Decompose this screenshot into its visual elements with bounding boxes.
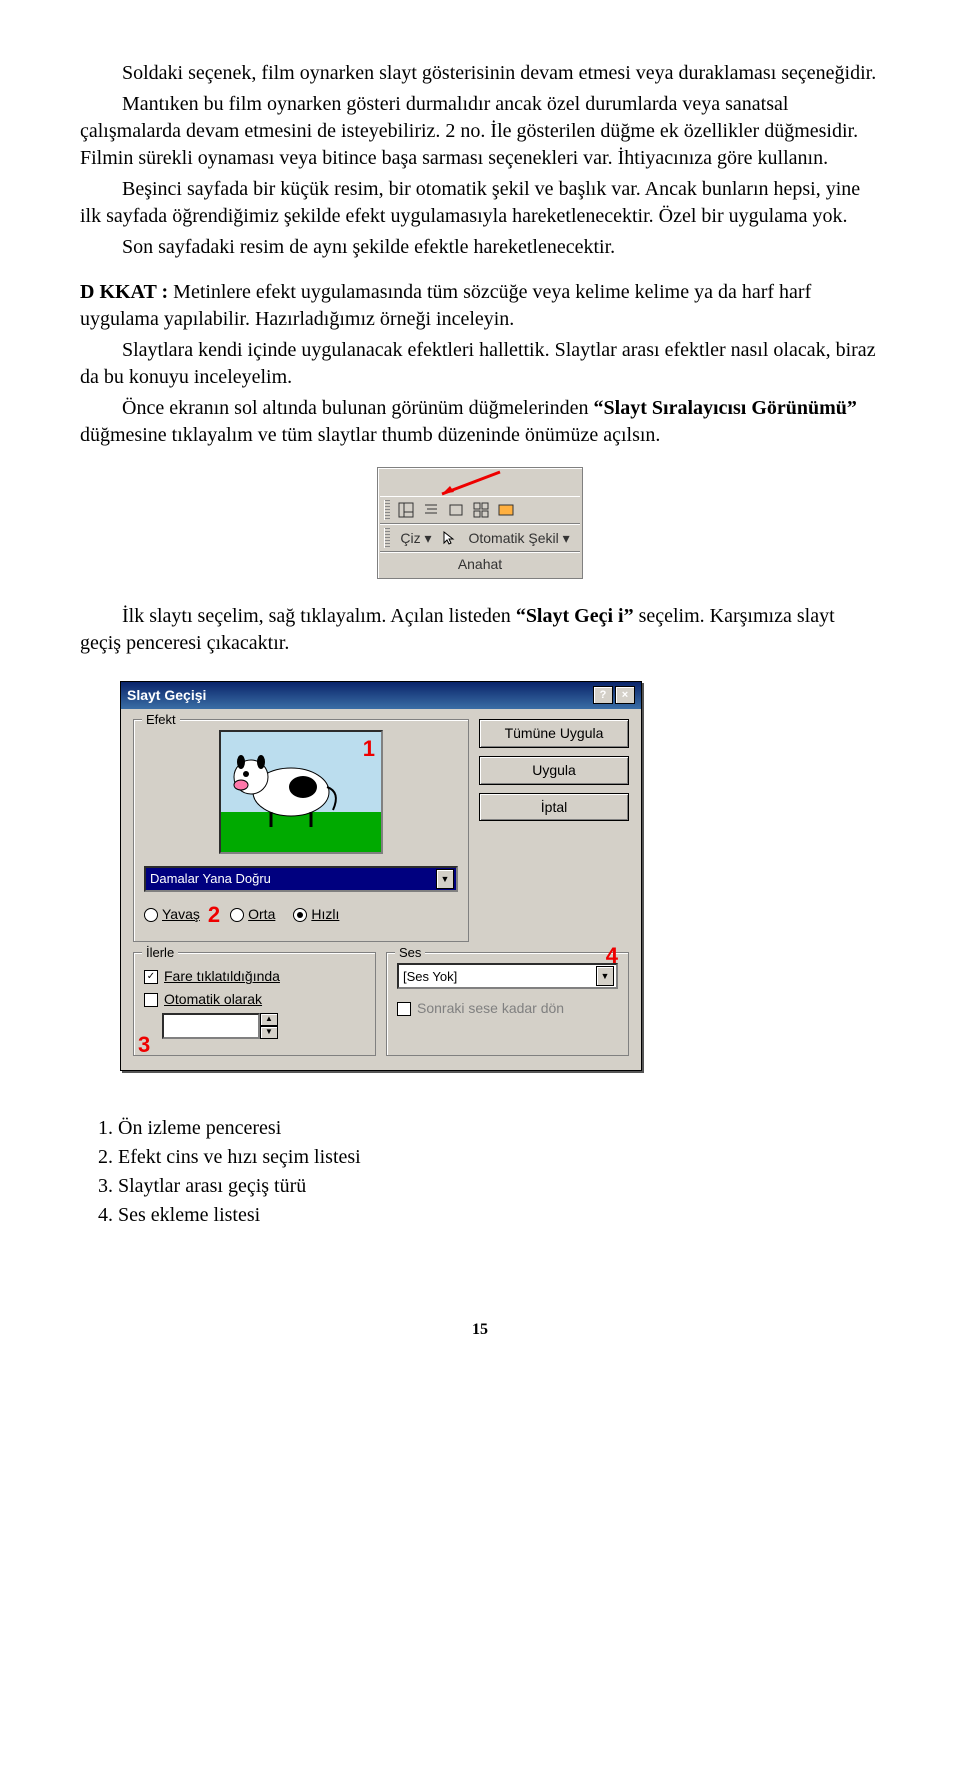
- text: İlk slaytı seçelim, sağ tıklayalım. Açıl…: [122, 605, 516, 627]
- radio-medium[interactable]: Orta: [230, 905, 275, 924]
- outline-row: Anahat: [380, 552, 579, 576]
- advance-group: İlerle Fare tıklatıldığında Otomatik ola…: [133, 952, 376, 1056]
- outline-label: Anahat: [452, 555, 508, 574]
- sound-group: Ses 4 [Ses Yok] ▼ Sonraki sese kadar dön: [386, 952, 629, 1056]
- callout-3: 3: [138, 1030, 150, 1060]
- callout-1: 1: [363, 734, 375, 764]
- spin-down-icon[interactable]: ▼: [260, 1026, 278, 1039]
- radio-label: Orta: [248, 905, 275, 924]
- radio-fast[interactable]: Hızlı: [293, 905, 339, 924]
- dialog-titlebar: Slayt Geçişi ? ×: [121, 682, 641, 709]
- auto-seconds-spinner[interactable]: ▲▼: [162, 1013, 278, 1039]
- radio-slow[interactable]: Yavaş: [144, 905, 200, 924]
- dikkat-text: Metinlere efekt uygulamasında tüm sözcüğ…: [80, 281, 811, 330]
- group-label: Efekt: [142, 711, 180, 729]
- chevron-down-icon[interactable]: ▼: [436, 869, 454, 889]
- callout-4: 4: [606, 941, 618, 971]
- paragraph: Mantıken bu film oynarken gösteri durmal…: [80, 91, 880, 172]
- bold-text: “Slayt Sıralayıcısı Görünümü”: [594, 397, 857, 419]
- legend-item: Slaytlar arası geçiş türü: [118, 1173, 880, 1200]
- normal-view-button[interactable]: [394, 499, 418, 521]
- check-loop-sound: Sonraki sese kadar dön: [397, 999, 618, 1018]
- slide-transition-dialog: Slayt Geçişi ? × Efekt: [120, 681, 642, 1071]
- effect-group: Efekt: [133, 719, 469, 943]
- paragraph: Önce ekranın sol altında bulunan görünüm…: [80, 395, 880, 449]
- check-label: Otomatik olarak: [164, 990, 262, 1009]
- auto-seconds-input[interactable]: [162, 1013, 260, 1039]
- callout-2: 2: [208, 900, 220, 930]
- paragraph: Beşinci sayfada bir küçük resim, bir oto…: [80, 176, 880, 230]
- select-tool-button[interactable]: [437, 527, 461, 549]
- help-button[interactable]: ?: [593, 686, 613, 704]
- slide-view-button[interactable]: [444, 499, 468, 521]
- bold-text: “Slayt Geçi i”: [516, 605, 634, 627]
- paragraph: Son sayfadaki resim de aynı şekilde efek…: [80, 234, 880, 261]
- effect-dropdown[interactable]: Damalar Yana Doğru ▼: [144, 866, 458, 892]
- slideshow-view-button[interactable]: [494, 499, 518, 521]
- slide-sorter-view-button[interactable]: [469, 499, 493, 521]
- dialog-figure: Slayt Geçişi ? × Efekt: [80, 675, 880, 1091]
- paragraph: İlk slaytı seçelim, sağ tıklayalım. Açıl…: [80, 603, 880, 657]
- radio-label: Hızlı: [311, 905, 339, 924]
- dikkat-label: D KKAT :: [80, 281, 168, 303]
- check-auto[interactable]: Otomatik olarak: [144, 990, 365, 1009]
- legend-item: Ses ekleme listesi: [118, 1202, 880, 1229]
- arrowhead-icon: [442, 486, 454, 494]
- cancel-button[interactable]: İptal: [479, 793, 629, 822]
- paragraph: Slaytlara kendi içinde uygulanacak efekt…: [80, 337, 880, 391]
- spin-up-icon[interactable]: ▲: [260, 1013, 278, 1026]
- effect-dropdown-value: Damalar Yana Doğru: [150, 870, 271, 888]
- close-button[interactable]: ×: [615, 686, 635, 704]
- paragraph-dikkat: D KKAT : Metinlere efekt uygulamasında t…: [80, 279, 880, 333]
- apply-button[interactable]: Uygula: [479, 756, 629, 785]
- text: düğmesine tıklayalım ve tüm slaytlar thu…: [80, 424, 660, 446]
- group-label: Ses: [395, 944, 425, 962]
- group-label: İlerle: [142, 944, 178, 962]
- buttons-column: Tümüne Uygula Uygula İptal: [479, 719, 629, 943]
- legend-list: Ön izleme penceresi Efekt cins ve hızı s…: [98, 1115, 880, 1229]
- grip-icon: [384, 500, 390, 520]
- legend-item: Efekt cins ve hızı seçim listesi: [118, 1144, 880, 1171]
- toolbar: Çiz ▾ Otomatik Şekil ▾ Anahat: [377, 467, 582, 579]
- view-buttons-row: [380, 496, 579, 524]
- legend-item: Ön izleme penceresi: [118, 1115, 880, 1142]
- apply-all-button[interactable]: Tümüne Uygula: [479, 719, 629, 748]
- outline-view-button[interactable]: [419, 499, 443, 521]
- text: Önce ekranın sol altında bulunan görünüm…: [122, 397, 594, 419]
- grip-icon: [384, 528, 390, 548]
- sound-dropdown[interactable]: [Ses Yok] ▼: [397, 963, 618, 989]
- draw-toolbar-row: Çiz ▾ Otomatik Şekil ▾: [380, 524, 579, 552]
- check-label: Sonraki sese kadar dön: [417, 999, 564, 1018]
- check-mouse[interactable]: Fare tıklatıldığında: [144, 967, 365, 986]
- radio-label: Yavaş: [162, 905, 200, 924]
- paragraph: Soldaki seçenek, film oynarken slayt gös…: [80, 60, 880, 87]
- autoshape-menu[interactable]: Otomatik Şekil ▾: [462, 529, 575, 548]
- page-number: 15: [80, 1319, 880, 1341]
- check-label: Fare tıklatıldığında: [164, 967, 280, 986]
- draw-menu[interactable]: Çiz ▾: [394, 529, 437, 548]
- sound-dropdown-value: [Ses Yok]: [403, 968, 457, 986]
- dialog-title: Slayt Geçişi: [127, 686, 206, 705]
- preview-pane: 1: [219, 730, 383, 854]
- toolbar-figure: Çiz ▾ Otomatik Şekil ▾ Anahat: [80, 467, 880, 579]
